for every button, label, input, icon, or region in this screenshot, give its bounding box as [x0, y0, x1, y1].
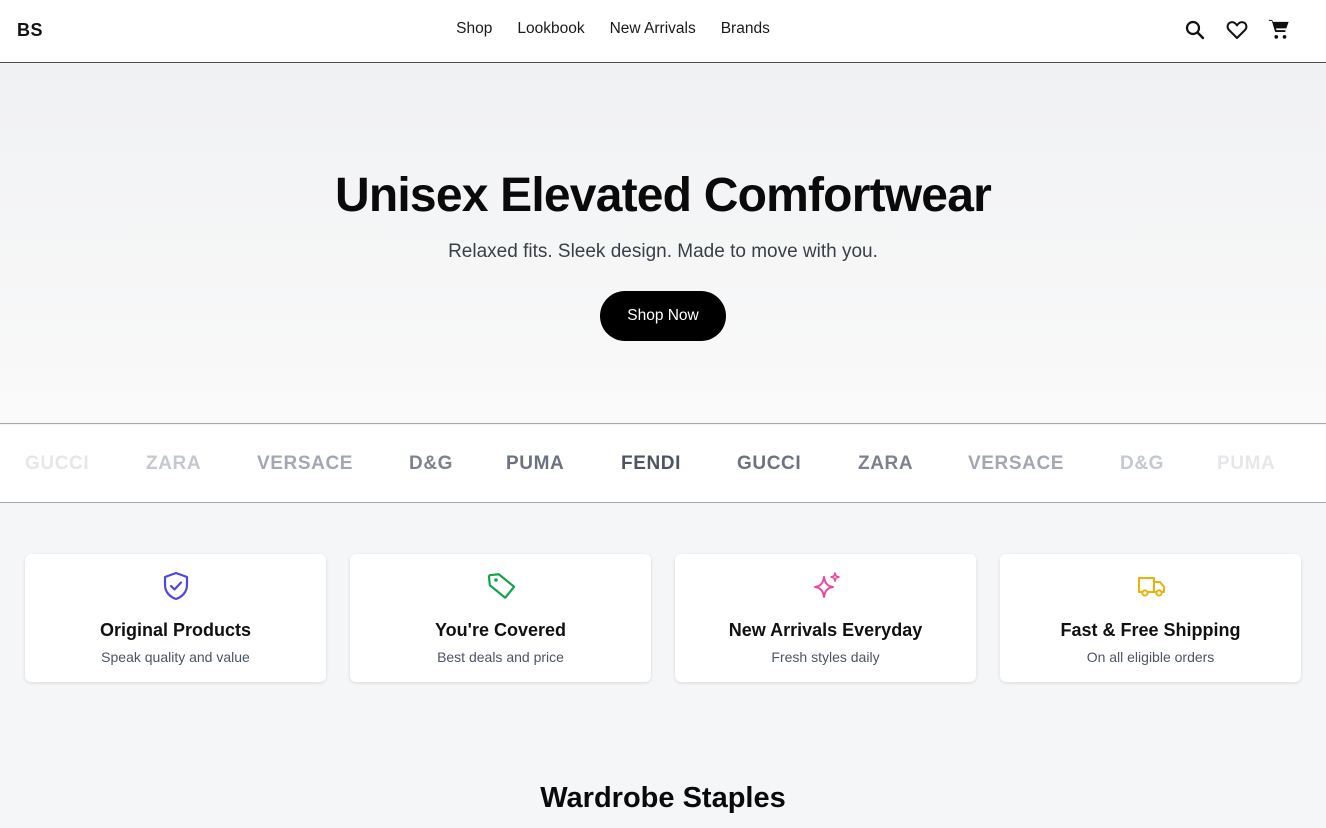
brand-gucci[interactable]: GUCCI [25, 453, 89, 475]
nav-shop[interactable]: Shop [456, 20, 492, 38]
brand-zara[interactable]: ZARA [146, 453, 201, 475]
nav-brands[interactable]: Brands [721, 20, 770, 38]
feature-subtitle: Speak quality and value [101, 649, 250, 665]
feature-card-covered: You're Covered Best deals and price [350, 554, 651, 682]
feature-title: New Arrivals Everyday [728, 620, 923, 640]
brand-puma[interactable]: PUMA [1217, 453, 1275, 475]
search-icon[interactable] [1183, 17, 1207, 43]
hero-section: Unisex Elevated Comfortwear Relaxed fits… [0, 64, 1326, 424]
brand-puma[interactable]: PUMA [506, 453, 564, 475]
brand-fendi[interactable]: FENDI [621, 453, 681, 475]
main-nav: Shop Lookbook New Arrivals Brands [0, 20, 1326, 38]
feature-card-new-arrivals: New Arrivals Everyday Fresh styles daily [675, 554, 976, 682]
brand-zara[interactable]: ZARA [858, 453, 913, 475]
brand-gucci[interactable]: GUCCI [737, 453, 801, 475]
brand-dg[interactable]: D&G [409, 453, 453, 475]
truck-icon [1136, 570, 1166, 602]
feature-subtitle: On all eligible orders [1086, 649, 1215, 665]
brand-versace[interactable]: VERSACE [257, 453, 353, 475]
tag-icon [486, 570, 516, 602]
feature-title: Fast & Free Shipping [1060, 620, 1241, 640]
brand-marquee: GUCCI ZARA VERSACE D&G PUMA FENDI GUCCI … [0, 425, 1326, 503]
feature-subtitle: Best deals and price [437, 649, 564, 665]
site-header: BS Shop Lookbook New Arrivals Brands [0, 0, 1326, 63]
hero-subtitle: Relaxed fits. Sleek design. Made to move… [448, 241, 878, 262]
feature-card-original-products: Original Products Speak quality and valu… [25, 554, 326, 682]
brand-dg[interactable]: D&G [1120, 453, 1164, 475]
sparkles-icon [811, 570, 841, 602]
cart-icon[interactable] [1267, 17, 1291, 43]
section-title-wardrobe-staples: Wardrobe Staples [540, 782, 786, 814]
header-actions [1183, 17, 1291, 43]
shield-check-icon [161, 570, 191, 602]
brand-versace[interactable]: VERSACE [968, 453, 1064, 475]
heart-icon[interactable] [1225, 17, 1249, 43]
brand-logo[interactable]: BS [17, 20, 43, 41]
nav-lookbook[interactable]: Lookbook [517, 20, 584, 38]
shop-now-button[interactable]: Shop Now [600, 291, 726, 341]
feature-subtitle: Fresh styles daily [771, 649, 880, 665]
nav-new-arrivals[interactable]: New Arrivals [610, 20, 696, 38]
hero-title: Unisex Elevated Comfortwear [335, 169, 992, 222]
feature-title: You're Covered [435, 620, 566, 640]
feature-title: Original Products [99, 620, 252, 640]
feature-card-shipping: Fast & Free Shipping On all eligible ord… [1000, 554, 1301, 682]
